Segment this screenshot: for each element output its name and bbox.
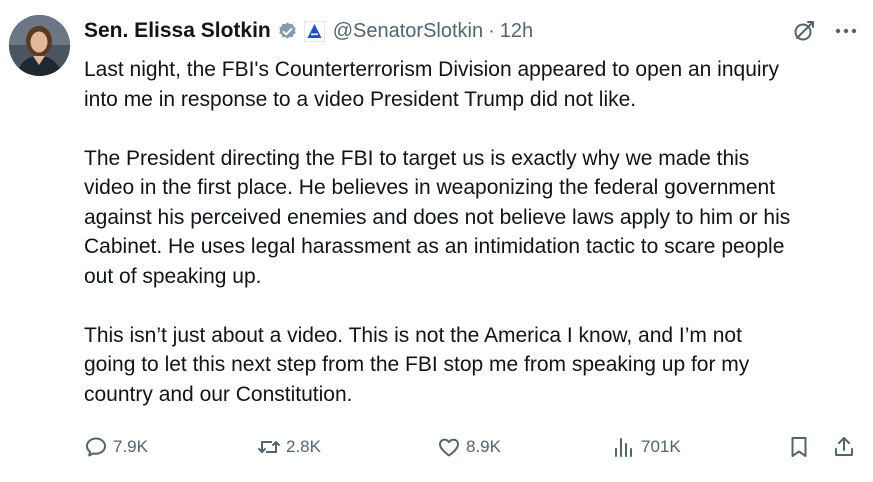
separator-dot: · — [488, 19, 495, 42]
share-button[interactable] — [832, 432, 861, 462]
avatar[interactable] — [9, 15, 70, 76]
views-button[interactable]: 701K — [612, 432, 681, 462]
text-line: out of speaking up. — [84, 264, 262, 288]
paragraph-3: This isn’t just about a video. This is n… — [84, 321, 864, 410]
share-icon — [832, 435, 856, 459]
text-line: going to let this next step from the FBI… — [84, 353, 750, 376]
reply-count: 7.9K — [113, 437, 148, 456]
views-count: 701K — [641, 437, 681, 456]
text-line: into me in response to a video President… — [84, 87, 637, 111]
government-label-icon[interactable] — [303, 20, 326, 42]
heart-icon — [437, 435, 461, 459]
top-actions — [791, 18, 859, 44]
text-line: The President directing the FBI to targe… — [84, 146, 750, 170]
repost-count: 2.8K — [286, 437, 321, 456]
tweet-card[interactable]: Sen. Elissa Slotkin @SenatorSlotkin · 12… — [0, 0, 873, 482]
views-icon — [612, 435, 636, 459]
text-line: This isn’t just about a video. This is n… — [84, 323, 742, 347]
reply-button[interactable]: 7.9K — [84, 432, 148, 462]
bookmark-icon — [787, 435, 811, 459]
text-line: against his perceived enemies and does n… — [84, 205, 791, 229]
tweet-actions: 7.9K 2.8K 8.9K 701K — [84, 432, 860, 462]
more-icon[interactable] — [833, 18, 859, 44]
like-button[interactable]: 8.9K — [437, 432, 501, 462]
timestamp[interactable]: 12h — [500, 20, 533, 43]
text-line: video in the first place. He believes in… — [84, 176, 776, 199]
bookmark-button[interactable] — [787, 432, 816, 462]
like-count: 8.9K — [466, 437, 501, 456]
verified-badge-icon — [277, 21, 298, 42]
reply-icon — [84, 435, 108, 459]
tweet-text: Last night, the FBI's Counterterrorism D… — [84, 55, 864, 409]
text-line: Cabinet. He uses legal harassment as an … — [84, 235, 785, 258]
paragraph-2: The President directing the FBI to targe… — [84, 144, 864, 292]
repost-button[interactable]: 2.8K — [257, 432, 321, 462]
author-name[interactable]: Sen. Elissa Slotkin — [84, 19, 271, 43]
repost-icon — [257, 435, 281, 459]
text-line: country and our Constitution. — [84, 382, 353, 406]
author-handle[interactable]: @SenatorSlotkin — [333, 20, 483, 43]
paragraph-1: Last night, the FBI's Counterterrorism D… — [84, 55, 864, 114]
grok-icon[interactable] — [791, 18, 817, 44]
tweet-header: Sen. Elissa Slotkin @SenatorSlotkin · 12… — [84, 14, 533, 48]
text-line: Last night, the FBI's Counterterrorism D… — [84, 58, 780, 81]
